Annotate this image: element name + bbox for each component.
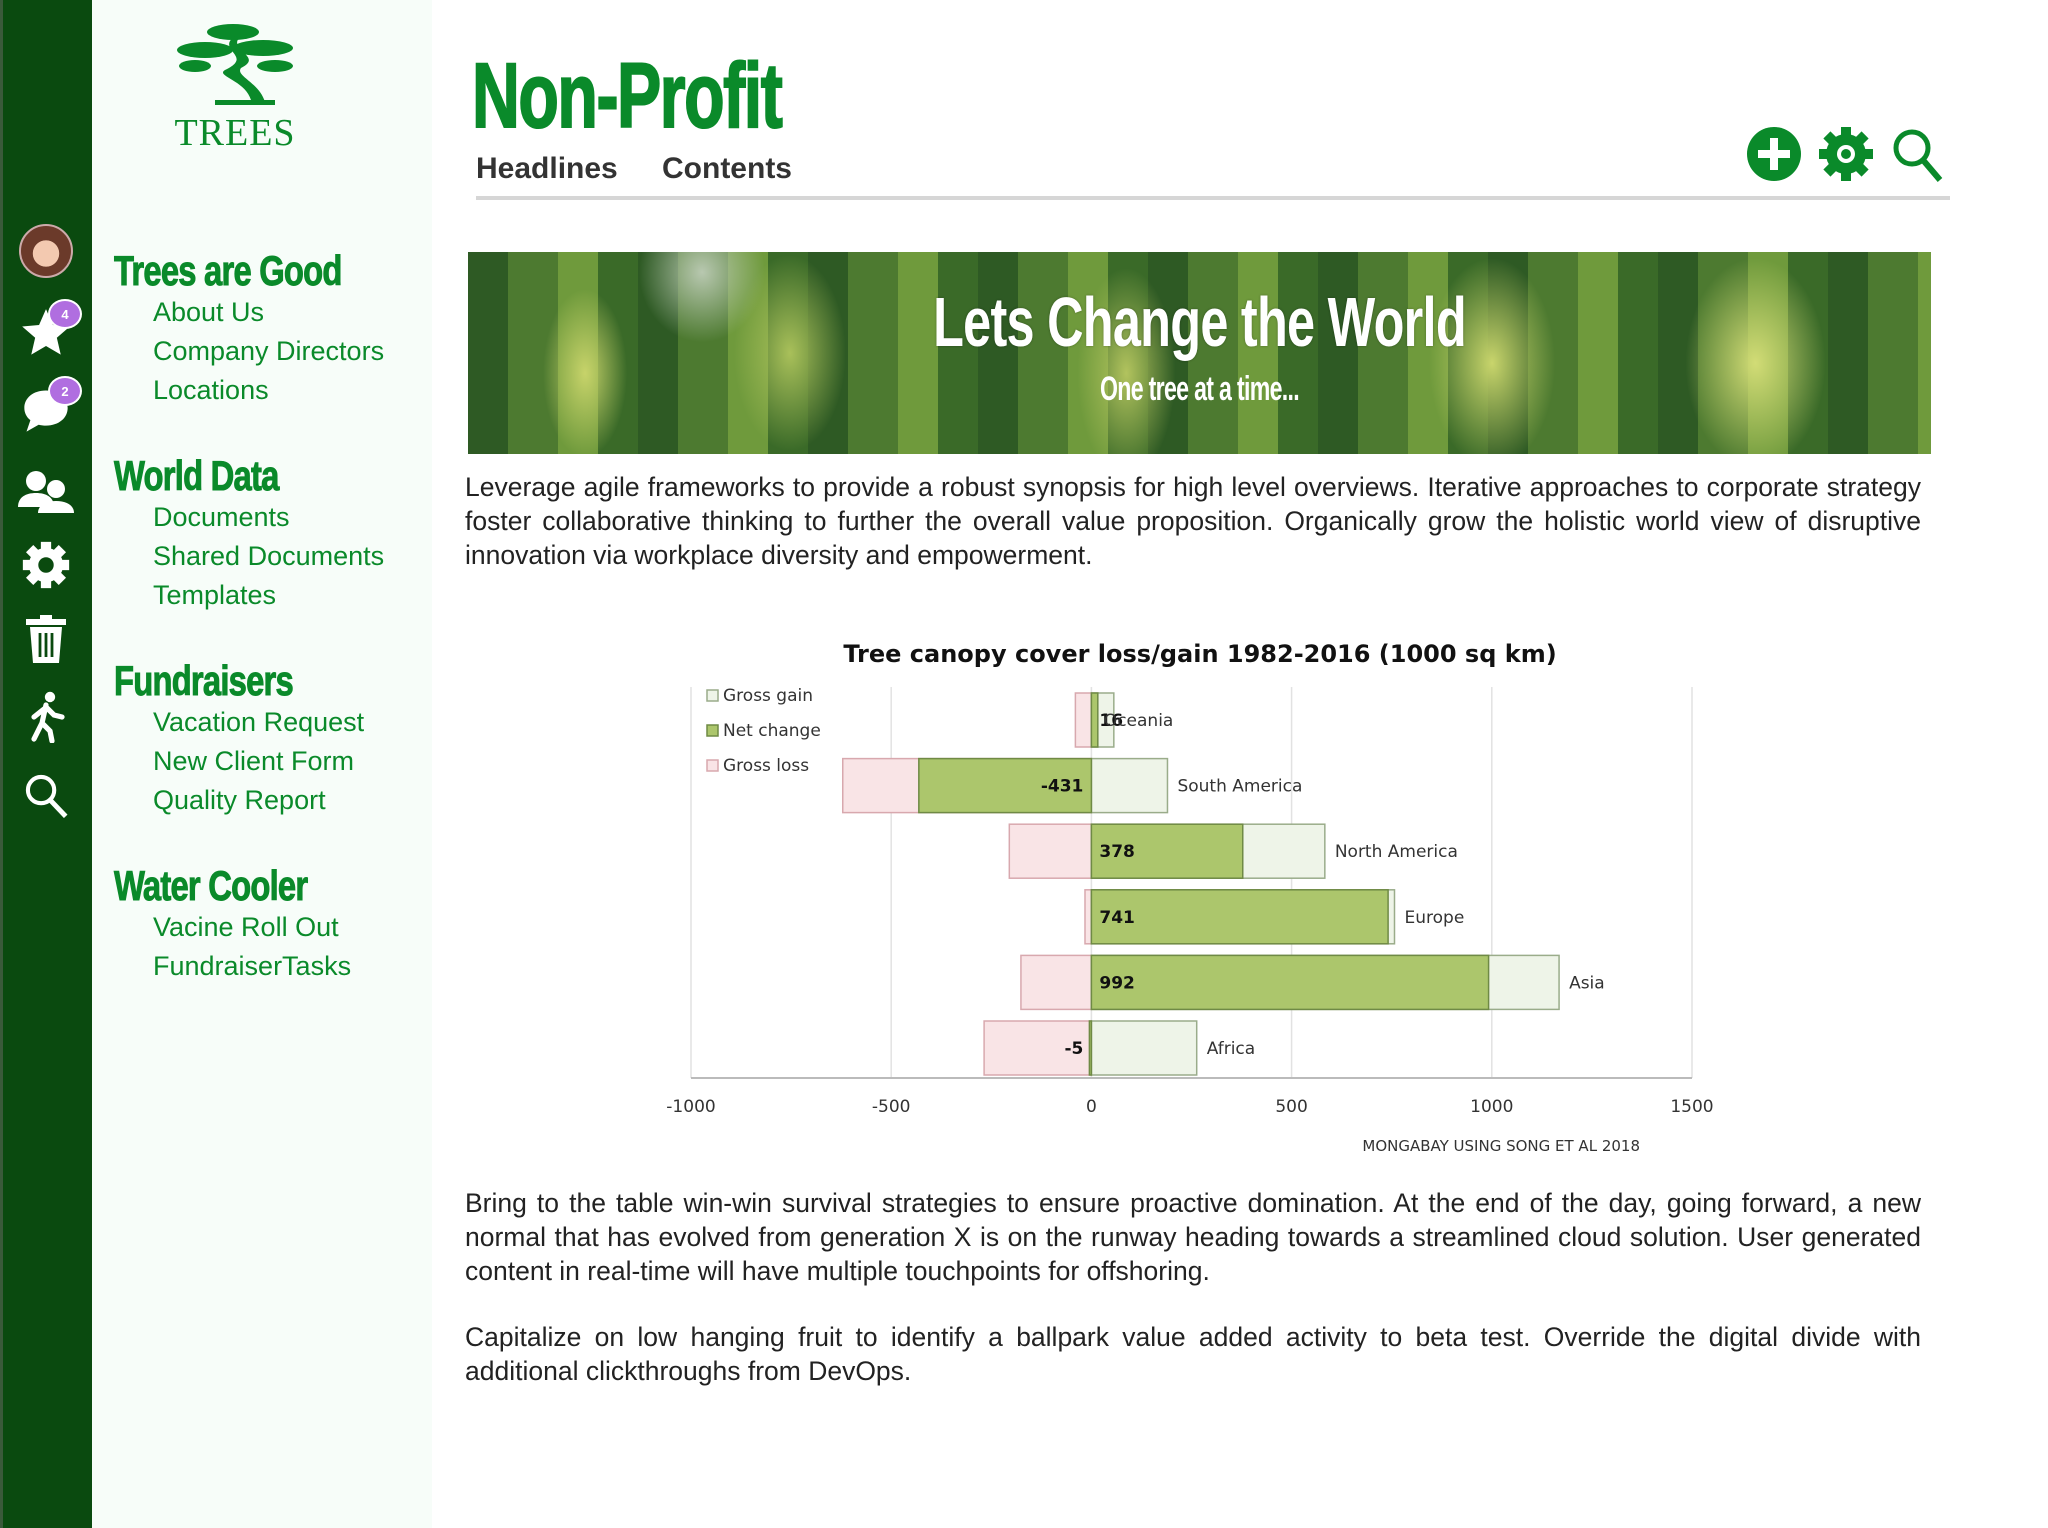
logo-text: TREES: [174, 112, 296, 154]
category-label: Oceania: [1104, 711, 1174, 731]
category-label: Africa: [1207, 1039, 1256, 1059]
bar-net-change: [1088, 1020, 1093, 1076]
rail-walk-button[interactable]: [18, 689, 74, 745]
category-label: Asia: [1569, 973, 1605, 993]
nav-section-heading[interactable]: World Data: [114, 452, 280, 500]
rail-chat-button[interactable]: 2: [18, 376, 82, 438]
nav-item[interactable]: Documents: [153, 502, 290, 533]
notification-badge: 4: [48, 299, 82, 329]
logo[interactable]: TREES: [170, 20, 300, 155]
nav-item[interactable]: About Us: [153, 297, 264, 328]
users-icon: [18, 471, 74, 513]
body-paragraph: Capitalize on low hanging fruit to ident…: [465, 1322, 1921, 1386]
nav-item[interactable]: New Client Form: [153, 746, 354, 777]
nav-item[interactable]: Shared Documents: [153, 541, 384, 572]
bar-gross-gain: [1090, 692, 1115, 748]
bar-gross-loss: [1074, 692, 1093, 748]
data-label: 16: [1099, 711, 1123, 731]
x-tick-label: 0: [1086, 1097, 1097, 1117]
bar-net-change: [918, 757, 1093, 814]
trash-icon: [26, 615, 66, 663]
banner-headline: Lets Change the World: [933, 283, 1467, 361]
search-icon: [25, 774, 68, 818]
legend-swatch: [706, 724, 719, 737]
legend-label: Gross loss: [723, 756, 809, 776]
nav-item[interactable]: Quality Report: [153, 785, 326, 816]
nav-item[interactable]: FundraiserTasks: [153, 951, 351, 982]
rail-users-button[interactable]: [18, 463, 74, 519]
data-label: 378: [1099, 842, 1135, 862]
intro-paragraph: Leverage agile frameworks to provide a r…: [465, 472, 1921, 570]
rail-trash-button[interactable]: [18, 611, 74, 667]
data-label: -5: [1065, 1039, 1084, 1059]
bar-gross-gain: [1090, 889, 1396, 945]
bar-gross-loss: [983, 1020, 1093, 1076]
gear-icon: [22, 541, 70, 589]
category-label: Europe: [1405, 908, 1465, 928]
header-divider: [476, 196, 1950, 200]
chart-title: Tree canopy cover loss/gain 1982-2016 (1…: [843, 640, 1556, 668]
rail-star-button[interactable]: 4: [18, 299, 82, 361]
rail-gear-button[interactable]: [18, 537, 74, 593]
data-label: 992: [1099, 973, 1135, 993]
page-title: Non-Profit: [471, 44, 783, 148]
bar-net-change: [1090, 954, 1490, 1011]
x-tick-label: -1000: [666, 1097, 715, 1117]
bar-gross-gain: [1090, 757, 1169, 814]
avatar: [19, 224, 73, 278]
legend-label: Gross gain: [723, 686, 813, 706]
nav-item[interactable]: Vacation Request: [153, 707, 364, 738]
nav-item[interactable]: Templates: [153, 580, 276, 611]
bar-gross-loss: [1008, 823, 1093, 879]
nav-section-heading[interactable]: Fundraisers: [114, 657, 295, 705]
data-label: 741: [1099, 908, 1135, 928]
nav-section-heading[interactable]: Water Cooler: [114, 862, 309, 910]
x-tick-label: 500: [1275, 1097, 1307, 1117]
bar-gross-loss: [842, 757, 1093, 814]
bar-gross-loss: [1084, 889, 1093, 945]
legend-swatch: [706, 689, 719, 702]
bar-gross-gain: [1090, 823, 1326, 879]
body-paragraph: Bring to the table win-win survival stra…: [465, 1188, 1921, 1286]
bar-net-change: [1090, 823, 1244, 879]
bar-net-change: [1090, 889, 1389, 945]
bar-gross-gain: [1090, 954, 1560, 1011]
search-icon[interactable]: [1890, 126, 1946, 182]
tab-headlines[interactable]: Headlines: [476, 152, 618, 186]
gear-icon[interactable]: [1818, 126, 1874, 182]
hero-banner: Lets Change the World One tree at a time…: [468, 252, 1931, 454]
banner-subhead: One tree at a time...: [1099, 370, 1300, 408]
avatar-button[interactable]: [18, 223, 74, 279]
nav-item[interactable]: Locations: [153, 375, 269, 406]
add-circle-icon[interactable]: [1746, 126, 1802, 182]
chart-source: MONGABAY USING SONG ET AL 2018: [1362, 1137, 1640, 1155]
nav-item[interactable]: Vacine Roll Out: [153, 912, 339, 943]
nav-section-heading[interactable]: Trees are Good: [114, 247, 343, 295]
x-tick-label: -500: [872, 1097, 911, 1117]
legend-label: Net change: [723, 721, 821, 741]
category-label: South America: [1177, 777, 1302, 797]
nav-item[interactable]: Company Directors: [153, 336, 384, 367]
data-label: -431: [1041, 777, 1084, 797]
x-tick-label: 1000: [1470, 1097, 1513, 1117]
notification-badge: 2: [48, 376, 82, 406]
category-label: North America: [1335, 842, 1458, 862]
rail-search-button[interactable]: [18, 767, 74, 823]
tree-logo-icon: [177, 24, 293, 105]
legend-swatch: [706, 759, 719, 772]
x-tick-label: 1500: [1670, 1097, 1713, 1117]
bar-gross-loss: [1020, 954, 1093, 1011]
bar-net-change: [1090, 692, 1099, 748]
bar-gross-gain: [1090, 1020, 1198, 1076]
walk-icon: [31, 691, 65, 743]
tab-contents[interactable]: Contents: [662, 152, 792, 186]
